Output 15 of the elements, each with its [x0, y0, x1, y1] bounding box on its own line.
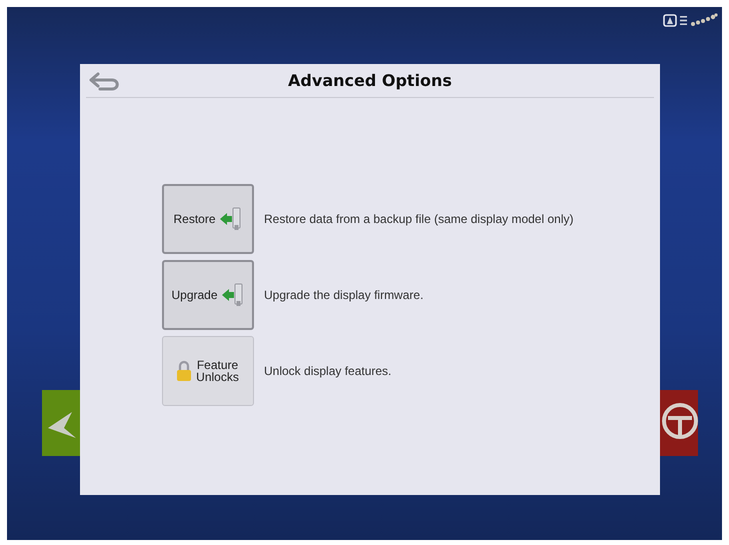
- app-tile[interactable]: [660, 390, 698, 456]
- list-icon: [680, 14, 687, 26]
- app-tile[interactable]: [42, 390, 80, 456]
- usb-arrow-icon: [218, 206, 243, 232]
- option-description: Unlock display features.: [264, 364, 392, 378]
- lock-icon: [176, 360, 192, 382]
- dialog-title: Advanced Options: [287, 71, 453, 90]
- display-icon: [663, 14, 677, 26]
- option-description: Restore data from a backup file (same display model only): [264, 212, 574, 226]
- satellite-signal-icon: [690, 13, 718, 27]
- option-button[interactable]: Upgrade: [162, 260, 254, 330]
- usb-arrow-icon: [220, 282, 245, 308]
- option-button[interactable]: Restore: [162, 184, 254, 254]
- option-description: Upgrade the display firmware.: [264, 288, 424, 302]
- feature-unlocks-button[interactable]: Feature Unlocks: [162, 336, 254, 406]
